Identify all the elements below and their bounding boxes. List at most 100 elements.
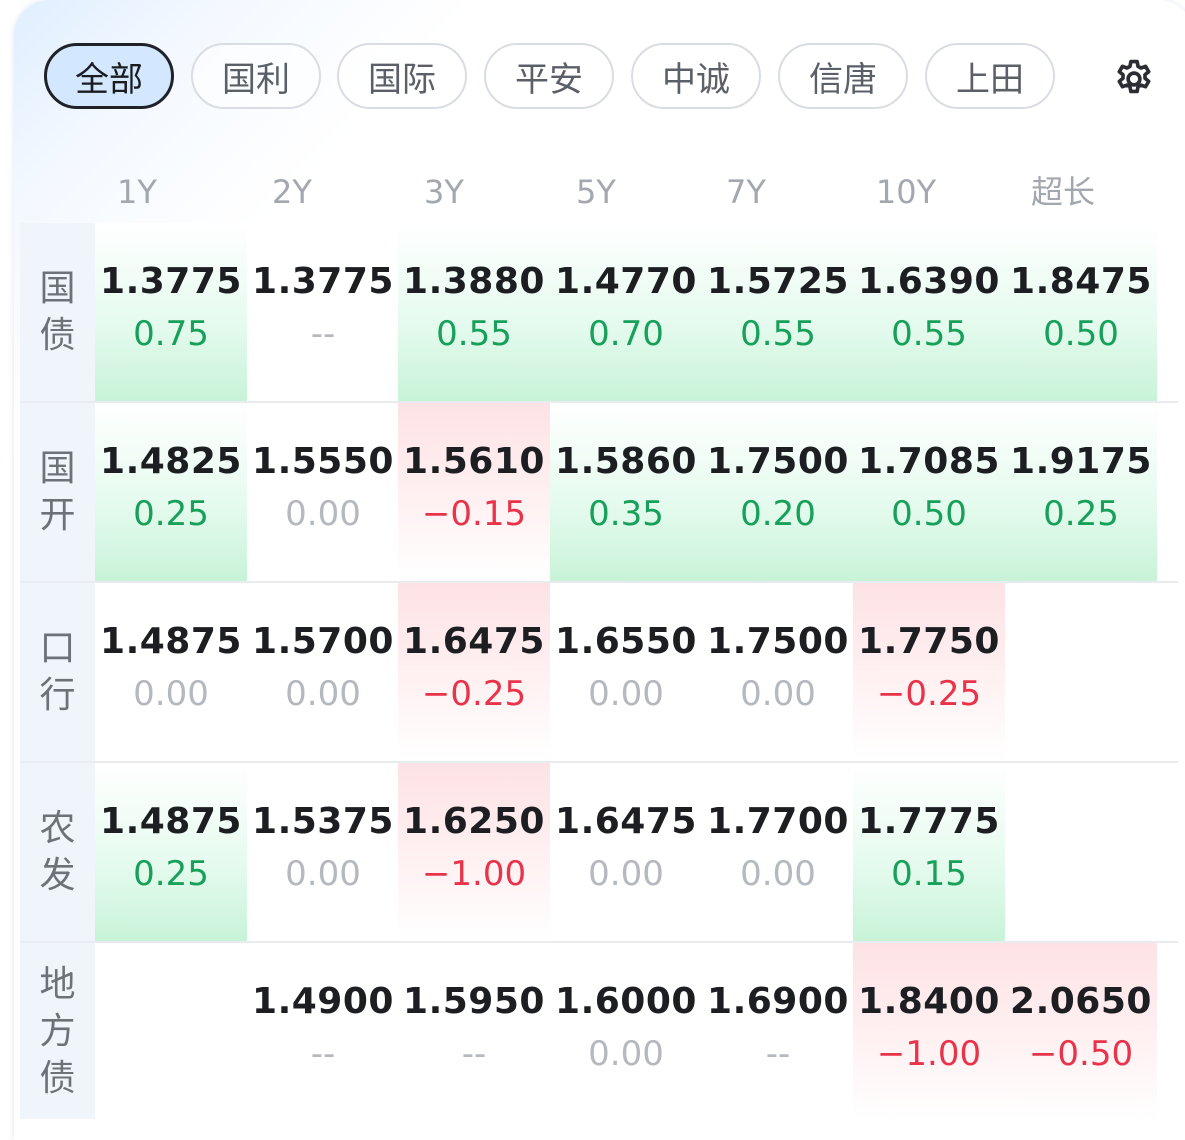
tab-6[interactable]: 上田 — [925, 43, 1055, 109]
rate-value: 1.3880 — [403, 261, 545, 302]
row-label-char: 国 — [39, 268, 76, 309]
rate-change: -- — [310, 314, 336, 354]
rate-cell[interactable]: 1.7750 −0.25 — [853, 583, 1005, 761]
row-label-char: 农 — [39, 808, 76, 849]
rate-cell[interactable]: 1.5700 0.00 — [247, 583, 399, 761]
rate-change: 0.70 — [588, 314, 664, 354]
rate-cell[interactable]: 1.5375 0.00 — [247, 763, 399, 941]
rate-cell[interactable]: 1.8475 0.50 — [1005, 223, 1157, 401]
tab-4[interactable]: 中诚 — [631, 43, 761, 109]
rate-cell[interactable]: 1.6550 0.00 — [550, 583, 702, 761]
column-header: 7Y — [726, 173, 766, 211]
tab-3[interactable]: 平安 — [484, 43, 614, 109]
rate-change: 0.00 — [740, 854, 816, 894]
rate-change: −0.25 — [421, 674, 527, 714]
rate-value: 1.5700 — [252, 621, 394, 662]
rate-cell[interactable]: 1.5860 0.35 — [550, 403, 702, 581]
rate-cell[interactable]: 1.6900 -- — [702, 943, 854, 1121]
rate-cell[interactable]: 1.6475 −0.25 — [398, 583, 550, 761]
row-label: 口行 — [20, 583, 95, 761]
rate-value: 1.9175 — [1010, 441, 1152, 482]
rate-cell[interactable]: 1.5725 0.55 — [702, 223, 854, 401]
rate-change: 0.25 — [1043, 494, 1119, 534]
row-label-char: 债 — [39, 1057, 76, 1099]
rate-cell — [1005, 763, 1157, 941]
rate-cell[interactable]: 1.7500 0.00 — [702, 583, 854, 761]
column-header: 5Y — [576, 173, 616, 211]
rate-value: 1.6475 — [403, 621, 545, 662]
tab-1[interactable]: 国利 — [191, 43, 321, 109]
rate-change: −0.15 — [421, 494, 527, 534]
rate-cell — [95, 943, 247, 1121]
rate-value: 1.8475 — [1010, 261, 1152, 302]
rate-change: 0.75 — [133, 314, 209, 354]
column-header: 2Y — [272, 173, 312, 211]
rate-value: 1.7085 — [858, 441, 1000, 482]
row-label: 地方债 — [20, 943, 95, 1119]
gear-icon[interactable] — [1112, 57, 1156, 101]
row-label-char: 行 — [39, 675, 76, 716]
rate-change: −1.00 — [876, 1034, 982, 1074]
rate-value: 1.6550 — [555, 621, 697, 662]
rate-value: 1.4900 — [252, 981, 394, 1022]
rate-change: −0.50 — [1028, 1034, 1134, 1074]
rate-cell[interactable]: 1.3880 0.55 — [398, 223, 550, 401]
rate-change: −1.00 — [421, 854, 527, 894]
rate-cell[interactable]: 1.8400 −1.00 — [853, 943, 1005, 1121]
rate-change: 0.55 — [740, 314, 816, 354]
rate-cell[interactable]: 1.7500 0.20 — [702, 403, 854, 581]
row-label: 国开 — [20, 403, 95, 581]
rate-change: 0.00 — [285, 494, 361, 534]
rate-value: 1.7500 — [707, 621, 849, 662]
rate-cell[interactable]: 1.4825 0.25 — [95, 403, 247, 581]
rate-value: 1.7775 — [858, 801, 1000, 842]
rate-value: 1.4875 — [100, 621, 242, 662]
rate-value: 1.5950 — [403, 981, 545, 1022]
rate-value: 1.5610 — [403, 441, 545, 482]
rate-cell[interactable]: 1.3775 0.75 — [95, 223, 247, 401]
rate-cell[interactable]: 1.5550 0.00 — [247, 403, 399, 581]
row-label-char: 地 — [39, 963, 76, 1005]
rate-cell[interactable]: 1.5610 −0.15 — [398, 403, 550, 581]
rate-cell[interactable]: 1.3775 -- — [247, 223, 399, 401]
row-label-char: 开 — [39, 495, 76, 536]
rate-cell[interactable]: 1.6250 −1.00 — [398, 763, 550, 941]
rate-cell[interactable]: 1.7700 0.00 — [702, 763, 854, 941]
rate-cell[interactable]: 1.6000 0.00 — [550, 943, 702, 1121]
rate-cell[interactable]: 1.6475 0.00 — [550, 763, 702, 941]
rate-cell — [1005, 583, 1157, 761]
rate-change: 0.25 — [133, 854, 209, 894]
rate-value: 1.7500 — [707, 441, 849, 482]
rate-value: 1.7700 — [707, 801, 849, 842]
rate-change: 0.15 — [891, 854, 967, 894]
rate-change: 0.50 — [1043, 314, 1119, 354]
rate-cell[interactable]: 1.4875 0.00 — [95, 583, 247, 761]
rate-value: 1.6390 — [858, 261, 1000, 302]
rate-cell[interactable]: 1.4900 -- — [247, 943, 399, 1121]
rate-cell[interactable]: 1.9175 0.25 — [1005, 403, 1157, 581]
rate-cell[interactable]: 1.6390 0.55 — [853, 223, 1005, 401]
rate-value: 1.5550 — [252, 441, 394, 482]
rate-change: 0.25 — [133, 494, 209, 534]
rate-value: 1.4875 — [100, 801, 242, 842]
rate-cell[interactable]: 1.5950 -- — [398, 943, 550, 1121]
column-header: 1Y — [117, 173, 157, 211]
rate-cell[interactable]: 2.0650 −0.50 — [1005, 943, 1157, 1121]
tab-5[interactable]: 信唐 — [778, 43, 908, 109]
rate-change: 0.00 — [285, 854, 361, 894]
rate-value: 1.5860 — [555, 441, 697, 482]
rate-value: 1.5375 — [252, 801, 394, 842]
row-label: 国债 — [20, 223, 95, 401]
rate-change: −0.25 — [876, 674, 982, 714]
rate-cell[interactable]: 1.7775 0.15 — [853, 763, 1005, 941]
column-header: 10Y — [875, 173, 937, 211]
column-header: 超长 — [1030, 173, 1095, 211]
rate-change: 0.00 — [588, 854, 664, 894]
rate-change: -- — [310, 1034, 336, 1074]
rate-value: 1.6475 — [555, 801, 697, 842]
rate-cell[interactable]: 1.7085 0.50 — [853, 403, 1005, 581]
tab-2[interactable]: 国际 — [337, 43, 467, 109]
tab-0[interactable]: 全部 — [44, 43, 174, 109]
rate-cell[interactable]: 1.4770 0.70 — [550, 223, 702, 401]
rate-cell[interactable]: 1.4875 0.25 — [95, 763, 247, 941]
